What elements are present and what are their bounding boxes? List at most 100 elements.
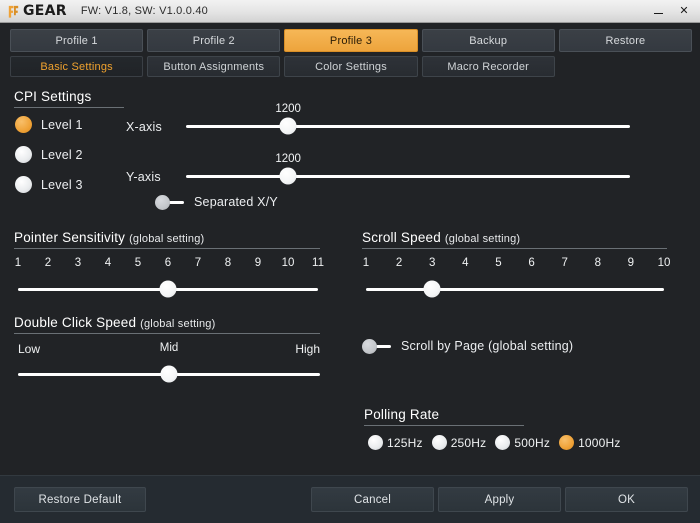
tab-basic-settings[interactable]: Basic Settings [10, 56, 144, 77]
radio-unselected-icon[interactable] [431, 435, 447, 450]
tick-label: 5 [495, 257, 502, 269]
pointer-sensitivity-title-text: Pointer Sensitivity [14, 230, 126, 245]
scroll-speed-slider[interactable]: 1 2 3 4 5 6 7 8 9 10 [363, 257, 671, 298]
settings-content: CPI Settings Level 1 Level 2 Level 3 X-a… [0, 77, 700, 475]
double-click-speed-subtitle: (global setting) [140, 318, 216, 330]
profile-tab-row: Profile 1 Profile 2 Profile 3 Backup Res… [10, 29, 693, 52]
double-click-speed-thumb[interactable] [160, 365, 178, 383]
tick-label: 11 [312, 257, 324, 269]
tick-label: 3 [429, 257, 436, 269]
pointer-sensitivity-slider[interactable]: 1 2 3 4 5 6 7 8 9 10 11 [14, 257, 324, 298]
tick-label: 9 [627, 257, 635, 269]
pointer-sensitivity-thumb[interactable] [159, 280, 177, 298]
y-axis-thumb[interactable] [279, 167, 297, 185]
cpi-level-1-option[interactable]: Level 1 [15, 116, 83, 133]
footer-button-group: Cancel Apply OK [311, 487, 692, 512]
polling-rate-250hz-label: 250Hz [450, 435, 487, 450]
polling-rate-title: Polling Rate [364, 407, 440, 422]
tick-label: 2 [395, 257, 403, 269]
tick-label: 2 [44, 257, 52, 269]
tick-label: 1 [14, 257, 22, 269]
radio-unselected-icon[interactable] [15, 146, 32, 163]
toggle-off-icon[interactable] [362, 339, 393, 354]
polling-rate-header: Polling Rate [364, 407, 524, 426]
cpi-level-2-option[interactable]: Level 2 [15, 146, 83, 163]
y-axis-slider[interactable]: 1200 [186, 153, 630, 185]
tab-color-settings[interactable]: Color Settings [284, 56, 418, 77]
cpi-settings-title: CPI Settings [14, 89, 92, 104]
tick-label: 8 [594, 257, 601, 269]
pointer-sensitivity-title: Pointer Sensitivity (global setting) [14, 230, 320, 245]
tab-profile-1[interactable]: Profile 1 [10, 29, 144, 52]
polling-rate-options: 125Hz 250Hz 500Hz 1000Hz [368, 435, 621, 450]
scroll-speed-ticks: 1 2 3 4 5 6 7 8 9 10 [363, 257, 671, 273]
cpi-level-3-option[interactable]: Level 3 [15, 176, 83, 193]
cpi-level-radio-group: Level 1 Level 2 Level 3 [15, 116, 83, 206]
polling-rate-250hz-option[interactable]: 250Hz [431, 435, 487, 450]
y-axis-value-label: 1200 [275, 153, 301, 165]
toggle-off-icon[interactable] [155, 195, 186, 210]
scroll-by-page-toggle[interactable]: Scroll by Page (global setting) [362, 339, 574, 354]
cpi-level-2-label: Level 2 [41, 147, 83, 162]
double-click-speed-slider[interactable]: Low Mid High [18, 342, 320, 383]
ok-button[interactable]: OK [565, 487, 688, 512]
pointer-sensitivity-subtitle: (global setting) [129, 233, 205, 245]
radio-selected-icon[interactable] [15, 116, 32, 133]
radio-unselected-icon[interactable] [495, 435, 511, 450]
cpi-level-1-label: Level 1 [41, 117, 83, 132]
brand-label: GEAR [23, 3, 67, 19]
tab-profile-3[interactable]: Profile 3 [284, 29, 418, 52]
settings-tab-row: Basic Settings Button Assignments Color … [10, 56, 692, 77]
scroll-speed-track[interactable] [366, 288, 664, 291]
pointer-sensitivity-underline [14, 248, 320, 249]
polling-rate-125hz-label: 125Hz [387, 435, 423, 450]
cancel-button[interactable]: Cancel [311, 487, 434, 512]
tick-label: 10 [657, 257, 671, 269]
double-click-high-label: High [295, 342, 320, 356]
tick-label: 6 [164, 257, 172, 269]
y-axis-track[interactable] [186, 175, 630, 178]
scroll-speed-title: Scroll Speed (global setting) [362, 230, 667, 245]
x-axis-track[interactable] [186, 125, 630, 128]
restore-default-button[interactable]: Restore Default [14, 487, 146, 512]
polling-rate-1000hz-option[interactable]: 1000Hz [559, 435, 621, 450]
scroll-speed-header: Scroll Speed (global setting) [362, 230, 667, 249]
tab-button-assignments[interactable]: Button Assignments [147, 56, 281, 77]
separated-xy-label: Separated X/Y [194, 195, 278, 209]
scroll-speed-title-text: Scroll Speed [362, 230, 441, 245]
y-axis-label: Y-axis [126, 170, 161, 184]
tab-macro-recorder[interactable]: Macro Recorder [421, 56, 555, 77]
tab-restore[interactable]: Restore [558, 29, 693, 52]
cpi-settings-header: CPI Settings [14, 89, 124, 108]
radio-unselected-icon[interactable] [368, 435, 383, 450]
tick-label: 4 [462, 257, 469, 269]
x-axis-thumb[interactable] [279, 117, 297, 135]
x-axis-slider[interactable]: 1200 [186, 103, 630, 135]
scroll-speed-thumb[interactable] [423, 280, 441, 298]
application-window: GEAR FW: V1.8, SW: V1.0.0.40 ✕ Profile 1… [0, 0, 700, 523]
tick-label: 5 [134, 257, 142, 269]
minimize-icon[interactable] [653, 6, 665, 16]
radio-unselected-icon[interactable] [15, 176, 32, 193]
cpi-level-3-label: Level 3 [41, 177, 83, 192]
polling-rate-underline [364, 425, 524, 426]
firmware-version-label: FW: V1.8, SW: V1.0.0.40 [80, 5, 208, 17]
tab-profile-2[interactable]: Profile 2 [147, 29, 281, 52]
close-icon[interactable]: ✕ [678, 5, 690, 17]
polling-rate-125hz-option[interactable]: 125Hz [368, 435, 423, 450]
pointer-sensitivity-header: Pointer Sensitivity (global setting) [14, 230, 320, 249]
separated-xy-toggle[interactable]: Separated X/Y [155, 195, 278, 210]
tick-label: 4 [104, 257, 112, 269]
radio-selected-icon[interactable] [559, 435, 575, 450]
fnatic-logo-icon [8, 5, 19, 18]
double-click-speed-header: Double Click Speed (global setting) [14, 315, 320, 334]
tab-bar: Profile 1 Profile 2 Profile 3 Backup Res… [0, 23, 700, 77]
apply-button[interactable]: Apply [438, 487, 561, 512]
scroll-speed-subtitle: (global setting) [444, 233, 521, 245]
scroll-by-page-label: Scroll by Page (global setting) [401, 339, 574, 353]
title-bar: GEAR FW: V1.8, SW: V1.0.0.40 ✕ [0, 0, 700, 23]
polling-rate-500hz-option[interactable]: 500Hz [495, 435, 550, 450]
tab-backup[interactable]: Backup [421, 29, 555, 52]
x-axis-label: X-axis [126, 120, 162, 134]
scroll-speed-underline [362, 248, 667, 249]
